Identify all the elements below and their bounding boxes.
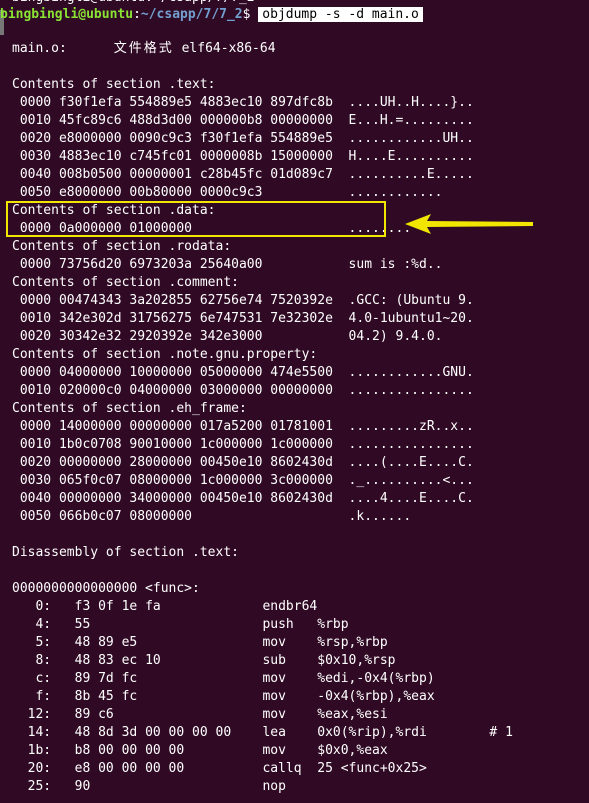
output-line: 0020 00000000 28000000 00450e10 8602430d… bbox=[12, 455, 474, 470]
arrow-left-icon bbox=[405, 214, 533, 234]
prompt-user-host: bingbingli@ubuntu bbox=[0, 7, 134, 22]
output-line: 0: f3 0f 1e fa endbr64 bbox=[12, 599, 318, 614]
output-line: 0040 00000000 34000000 00450e10 8602430d… bbox=[12, 491, 474, 506]
output-line: f: 8b 45 fc mov -0x4(%rbp),%eax bbox=[12, 689, 435, 704]
output-line: 0010 1b0c0708 90010000 1c000000 1c000000… bbox=[12, 437, 474, 452]
file-name: main.o: bbox=[12, 41, 67, 56]
output-line: 8: 48 83 ec 10 sub $0x10,%rsp bbox=[12, 653, 396, 668]
prompt-symbol: $ bbox=[242, 7, 251, 22]
output-line: 0000 14000000 00000000 017a5200 01781001… bbox=[12, 419, 474, 434]
file-format-label: 文件格式 bbox=[113, 41, 174, 56]
output-line: 5: 48 89 e5 mov %rsp,%rbp bbox=[12, 635, 388, 650]
file-format-value: elf64-x86-64 bbox=[181, 41, 276, 56]
section-header-line: Contents of section .note.gnu.property: bbox=[12, 347, 318, 362]
section-header-line: Contents of section .eh_frame: bbox=[12, 401, 247, 416]
terminal-prompt-line[interactable]: bingbingli@ubuntu:~/csapp/7/7_2$ objdump… bbox=[0, 6, 423, 24]
data-section-highlight-box bbox=[6, 201, 386, 237]
output-line: 0030 065f0c07 08000000 1c000000 3c000000… bbox=[12, 473, 474, 488]
output-line: 1b: b8 00 00 00 00 mov $0x0,%eax bbox=[12, 743, 388, 758]
output-line: 0050 066b0c07 08000000 .k...... bbox=[12, 509, 412, 524]
output-line: 0020 30342e32 2920392e 342e3000 04.2) 9.… bbox=[12, 329, 443, 344]
previous-prompt-fragment: bingbingli@ubuntu:~/csapp/7/7_2 bbox=[12, 0, 255, 5]
output-line: 0010 342e302d 31756275 6e747531 7e32302e… bbox=[12, 311, 474, 326]
output-line: 0000000000000000 <func>: bbox=[12, 581, 200, 596]
file-format-line: main.o: 文件格式 elf64-x86-64 bbox=[12, 40, 276, 58]
output-line: 14: 48 8d 3d 00 00 00 00 lea 0x0(%rip),%… bbox=[12, 725, 513, 740]
section-header-line: Disassembly of section .text: bbox=[12, 545, 239, 560]
output-line: 0010 45fc89c6 488d3d00 000000b8 00000000… bbox=[12, 113, 474, 128]
section-header-line: Contents of section .rodata: bbox=[12, 239, 232, 254]
section-header-line: Contents of section .comment: bbox=[12, 275, 239, 290]
output-line: 0000 04000000 10000000 05000000 474e5500… bbox=[12, 365, 474, 380]
output-line: 25: 90 nop bbox=[12, 779, 286, 794]
section-header-line: Contents of section .text: bbox=[12, 77, 216, 92]
output-line: 4: 55 push %rbp bbox=[12, 617, 349, 632]
output-line: c: 89 7d fc mov %edi,-0x4(%rbp) bbox=[12, 671, 435, 686]
prompt-path: ~/csapp/7/7_2 bbox=[140, 7, 243, 22]
output-line: 0030 4883ec10 c745fc01 0000008b 15000000… bbox=[12, 149, 474, 164]
output-line: 0000 73756d20 6973203a 25640a00 sum is :… bbox=[12, 257, 443, 272]
output-line: 12: 89 c6 mov %eax,%esi bbox=[12, 707, 388, 722]
output-line: 0000 f30f1efa 554889e5 4883ec10 897dfc8b… bbox=[12, 95, 474, 110]
output-line: 0010 020000c0 04000000 03000000 00000000… bbox=[12, 383, 474, 398]
output-line: 20: e8 00 00 00 00 callq 25 <func+0x25> bbox=[12, 761, 427, 776]
output-line: 0000 00474343 3a202855 62756e74 7520392e… bbox=[12, 293, 474, 308]
output-line: 0050 e8000000 00b80000 0000c9c3 ........… bbox=[12, 185, 443, 200]
output-line: 0020 e8000000 0090c9c3 f30f1efa 554889e5… bbox=[12, 131, 474, 146]
output-line: 0040 008b0500 00000001 c28b45fc 01d089c7… bbox=[12, 167, 474, 182]
command-text[interactable]: objdump -s -d main.o bbox=[258, 7, 423, 22]
